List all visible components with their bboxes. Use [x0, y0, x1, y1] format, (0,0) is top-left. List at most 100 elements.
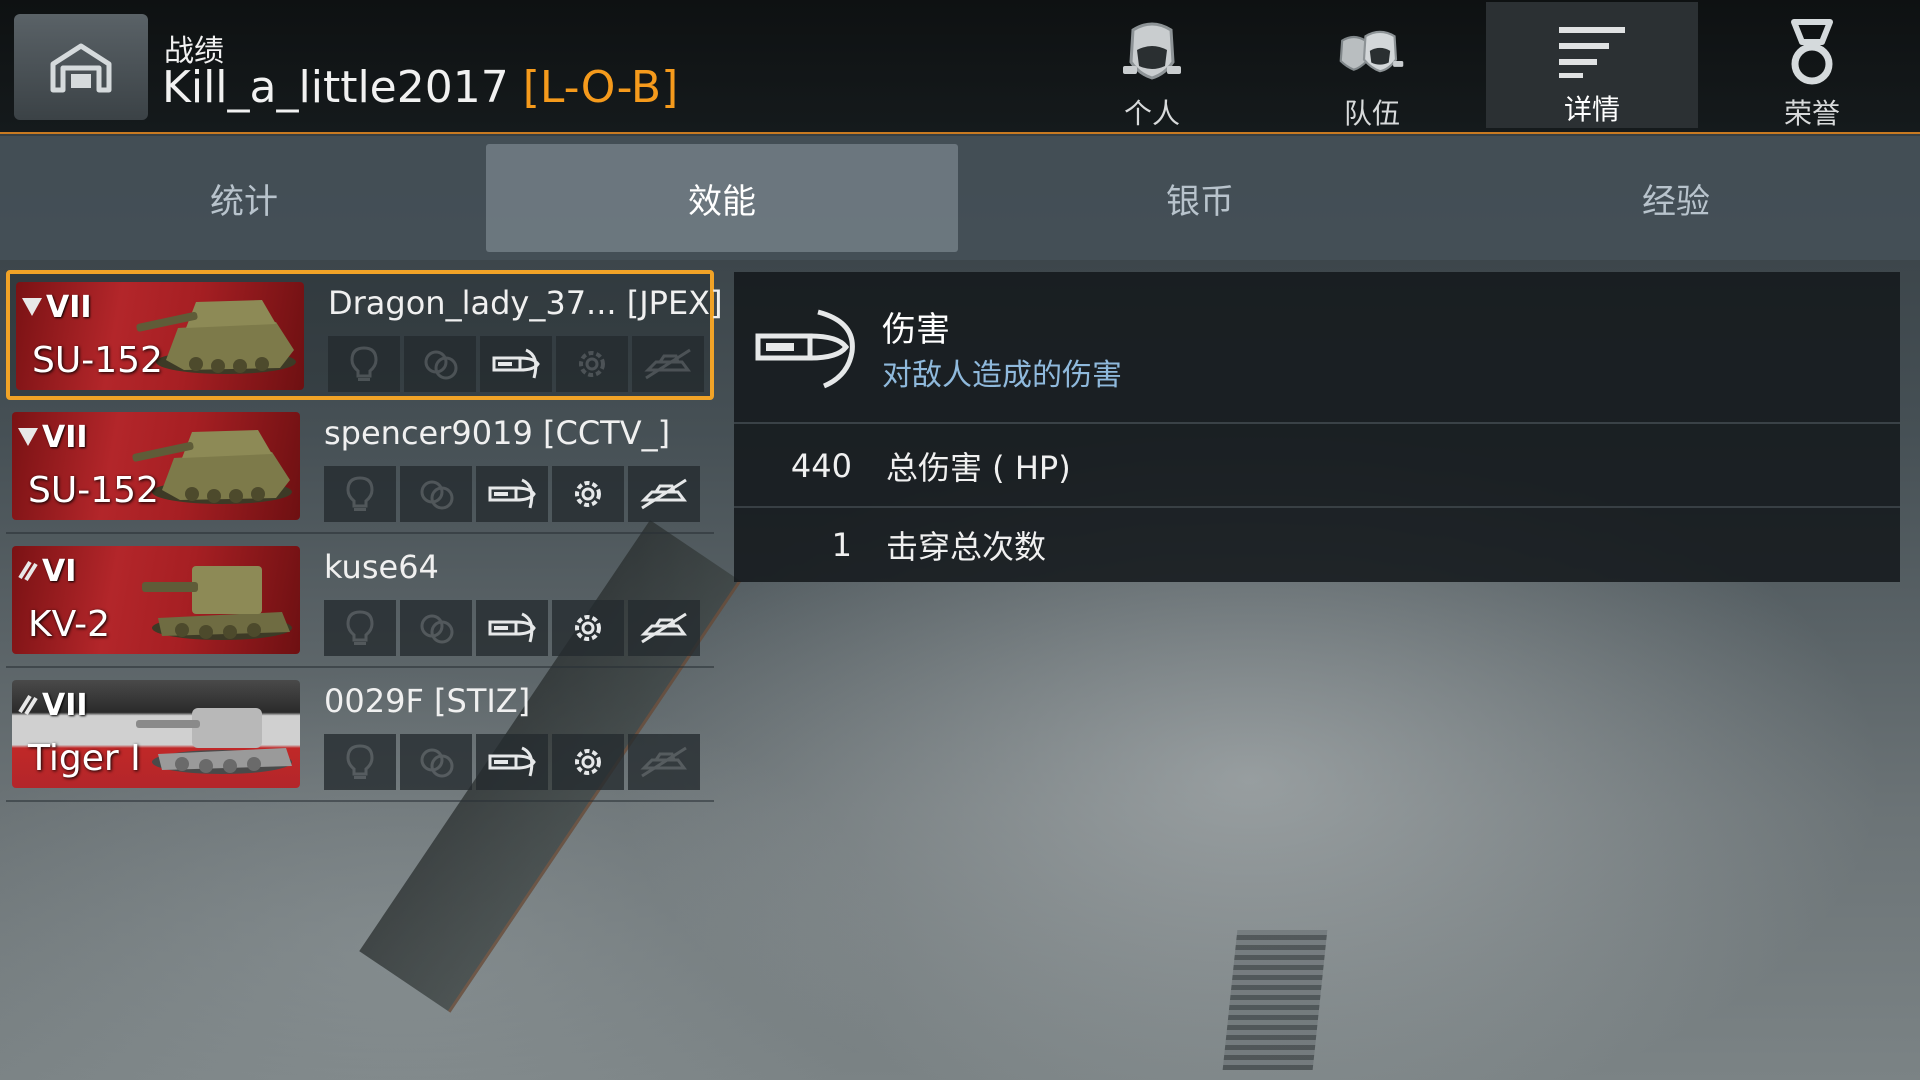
bulb-icon [350, 346, 378, 381]
background-grate [1222, 930, 1328, 1070]
kill-badge [632, 336, 704, 392]
nav-tab-honors[interactable]: 荣誉 [1706, 2, 1918, 130]
vehicle-card: VII SU-152 [16, 282, 304, 390]
assist-badge [404, 336, 476, 392]
helmet-icon [1112, 16, 1192, 90]
destroyed-tank-icon [644, 348, 691, 380]
kill-badge [628, 600, 700, 656]
assist-badge [400, 734, 472, 790]
vehicle-tier: VI [42, 554, 77, 589]
tank-image-icon [142, 566, 292, 640]
nav-tab-personal[interactable]: 个人 [1046, 2, 1258, 130]
vehicle-tier: VII [46, 290, 92, 325]
spotting-badge [324, 734, 396, 790]
detail-title: 伤害 [882, 310, 950, 350]
spotting-badge [324, 466, 396, 522]
subtab-credits[interactable]: 银币 [964, 144, 1436, 252]
kill-badge [628, 466, 700, 522]
detail-panel: 伤害 对敌人造成的伤害 440 总伤害 ( HP) 1 击穿总次数 [734, 272, 1900, 582]
sub-tabs: 统计 效能 银币 经验 [0, 136, 1920, 260]
shell-icon [488, 478, 536, 509]
vehicle-row[interactable]: VII SU-152 Dragon_lady_37... [JPEX] [6, 270, 723, 400]
shell-icon [492, 348, 540, 379]
top-bar: 战绩 Kill_a_little2017 [L-O-B] 个人 队伍 详情 荣誉 [0, 0, 1920, 134]
bulb-icon [346, 744, 374, 779]
stat-row: 1 击穿总次数 [734, 506, 1900, 582]
nav-tab-details[interactable]: 详情 [1486, 2, 1698, 128]
gear-icon [579, 351, 605, 377]
bulb-icon [346, 610, 374, 645]
heavy-class-icon [18, 560, 38, 582]
destroyed-tank-icon [640, 746, 687, 778]
stat-value: 440 [790, 447, 852, 485]
assist-icon [420, 614, 454, 644]
spotting-badge [328, 336, 400, 392]
stat-row: 440 总伤害 ( HP) [734, 428, 1900, 504]
vehicle-card: VI KV-2 [12, 546, 300, 654]
gear-icon [575, 615, 601, 641]
td-class-icon [22, 298, 42, 316]
badge-row [328, 336, 704, 392]
subtab-efficiency[interactable]: 效能 [486, 144, 958, 252]
garage-icon [50, 43, 112, 93]
heavy-class-icon [18, 694, 38, 716]
damage-badge [476, 466, 548, 522]
detail-header: 伤害 对敌人造成的伤害 [734, 272, 1900, 424]
nav-label: 个人 [1123, 97, 1180, 130]
player-name: 0029F [STIZ] [324, 682, 531, 720]
kill-badge [628, 734, 700, 790]
badge-row [324, 466, 700, 522]
nav-label: 详情 [1563, 93, 1620, 126]
vehicle-name: KV-2 [28, 604, 111, 645]
destroyed-tank-icon [640, 612, 687, 644]
assist-icon [420, 748, 454, 778]
player-name: Dragon_lady_37... [JPEX] [328, 284, 723, 322]
player-name: kuse64 [324, 548, 439, 586]
vehicle-card: VII Tiger I [12, 680, 300, 788]
badge-row [324, 600, 700, 656]
nav-label: 队伍 [1343, 97, 1400, 130]
vehicle-row[interactable]: VII Tiger I 0029F [STIZ] [6, 672, 714, 802]
crits-badge [552, 734, 624, 790]
damage-badge [476, 600, 548, 656]
subtab-experience[interactable]: 经验 [1440, 144, 1912, 252]
assist-icon [424, 350, 458, 380]
vehicle-tier: VII [42, 688, 88, 723]
vehicle-row[interactable]: VII SU-152 spencer9019 [CCTV_] [6, 404, 714, 534]
crits-badge [556, 336, 628, 392]
detail-subtitle: 对敌人造成的伤害 [882, 358, 1122, 393]
player-name-text: Kill_a_little2017 [162, 62, 509, 113]
badge-row [324, 734, 700, 790]
damage-badge [476, 734, 548, 790]
crits-badge [552, 600, 624, 656]
medal-icon [1772, 16, 1852, 90]
damage-badge [480, 336, 552, 392]
nav-label: 荣誉 [1783, 97, 1840, 130]
team-helmets-icon [1332, 16, 1412, 90]
home-button[interactable] [14, 14, 148, 120]
vehicle-name: SU-152 [28, 470, 159, 511]
assist-badge [400, 600, 472, 656]
player-name: spencer9019 [CCTV_] [324, 414, 671, 452]
td-class-icon [18, 428, 38, 446]
gear-icon [575, 749, 601, 775]
stat-label: 击穿总次数 [886, 528, 1047, 566]
nav-tab-team[interactable]: 队伍 [1266, 2, 1478, 130]
destroyed-tank-icon [640, 478, 687, 510]
player-name: Kill_a_little2017 [L-O-B] [162, 62, 678, 113]
shell-icon [488, 612, 536, 643]
spotting-badge [324, 600, 396, 656]
assist-icon [420, 480, 454, 510]
bulb-icon [346, 476, 374, 511]
stat-value: 1 [831, 526, 852, 564]
vehicle-tier: VII [42, 420, 88, 455]
assist-badge [400, 466, 472, 522]
vehicle-row[interactable]: VI KV-2 kuse64 [6, 538, 714, 668]
details-lines-icon [1552, 16, 1632, 86]
vehicle-card: VII SU-152 [12, 412, 300, 520]
vehicle-name: SU-152 [32, 340, 163, 381]
vehicle-name: Tiger I [28, 738, 141, 779]
crits-badge [552, 466, 624, 522]
tank-image-icon [136, 708, 292, 774]
subtab-statistics[interactable]: 统计 [8, 144, 480, 252]
